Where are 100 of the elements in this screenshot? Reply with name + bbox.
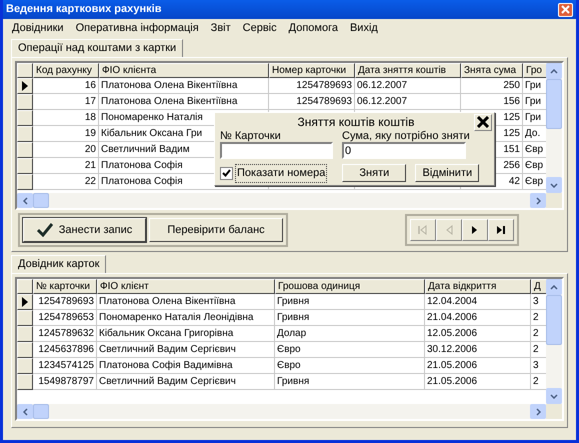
column-header[interactable]: Номер карточки	[269, 63, 355, 78]
table-cell: 1245637896	[33, 342, 97, 358]
column-header[interactable]: Дата зняття коштів	[355, 63, 461, 78]
row-header[interactable]	[17, 126, 33, 142]
dialog-button[interactable]: Зняти	[342, 164, 406, 182]
scroll-up-button[interactable]	[546, 63, 562, 79]
column-header[interactable]: Гро	[523, 63, 546, 78]
row-header[interactable]	[17, 158, 33, 174]
column-header[interactable]: Знята сума	[461, 63, 523, 78]
row-header[interactable]	[17, 142, 33, 158]
close-icon	[561, 5, 570, 14]
scroll-left-button[interactable]	[17, 193, 33, 208]
navigator-button[interactable]	[462, 219, 488, 241]
table-cell: 21.05.2006	[425, 358, 531, 374]
table-cell: Пономаренко Наталія Леонідівна	[97, 310, 275, 326]
scrollbar-corner	[546, 404, 562, 419]
table-cell: Долар	[275, 326, 425, 342]
last-record-icon	[496, 225, 506, 235]
table-cell: 19	[33, 126, 99, 142]
dialog-button[interactable]: Відмінити	[415, 164, 480, 182]
table-cell: 21	[33, 158, 99, 174]
table-cell: 22	[33, 174, 99, 190]
horizontal-scrollbar[interactable]	[17, 193, 546, 208]
scroll-down-button[interactable]	[546, 177, 562, 193]
scroll-right-button[interactable]	[530, 404, 546, 419]
scroll-thumb[interactable]	[546, 79, 562, 129]
column-header[interactable]: № карточки	[33, 279, 97, 294]
row-header[interactable]	[17, 342, 33, 358]
table-cell: Євро	[275, 342, 425, 358]
table-cell: 12.05.2006	[425, 326, 531, 342]
row-header[interactable]	[17, 294, 33, 310]
checkbox-label[interactable]: Показати номера	[235, 164, 328, 182]
table-cell: Гривня	[275, 310, 425, 326]
check-icon	[36, 223, 53, 237]
column-header[interactable]: Дата відкриття	[425, 279, 531, 294]
scroll-left-icon	[22, 196, 28, 204]
vertical-scrollbar[interactable]	[546, 63, 562, 193]
vertical-scrollbar[interactable]	[546, 279, 562, 404]
scroll-left-icon	[22, 408, 28, 416]
table-cell: Платонова Олена Вікентіївна	[97, 294, 275, 310]
scroll-thumb[interactable]	[33, 193, 49, 208]
scroll-thumb[interactable]	[546, 295, 562, 345]
table-cell: 250	[461, 78, 523, 94]
row-header[interactable]	[17, 326, 33, 342]
checkbox[interactable]	[220, 166, 233, 180]
row-header[interactable]	[17, 358, 33, 374]
horizontal-scrollbar[interactable]	[17, 404, 546, 419]
menu-item[interactable]: Вихід	[350, 20, 378, 36]
tab[interactable]: Довідник карток	[11, 255, 106, 273]
scroll-up-button[interactable]	[546, 279, 562, 295]
scroll-right-button[interactable]	[530, 193, 546, 208]
table-cell: 18	[33, 110, 99, 126]
row-header[interactable]	[17, 78, 33, 94]
input-field[interactable]	[220, 142, 333, 159]
column-header[interactable]: Код рахунку	[33, 63, 99, 78]
column-header[interactable]: ФІО клієнт	[97, 279, 275, 294]
table-cell: 1245789632	[33, 326, 97, 342]
table-cell: Гривня	[275, 294, 425, 310]
column-header[interactable]: Грошова одиниця	[275, 279, 425, 294]
table-cell: Светличний Вадим Сергієвич	[97, 374, 275, 390]
tab[interactable]: Операції над коштами з картки	[11, 39, 184, 57]
menu-item[interactable]: Сервіс	[242, 20, 277, 36]
scroll-up-icon	[550, 284, 558, 290]
scrollbar-corner	[546, 193, 562, 208]
action-button[interactable]: Занести запис	[23, 218, 146, 242]
scroll-left-button[interactable]	[17, 404, 33, 419]
table-cell: 21.05.2006	[425, 374, 531, 390]
table-cell: 1254789693	[33, 294, 97, 310]
first-record-icon	[418, 225, 428, 235]
row-header[interactable]	[17, 374, 33, 390]
table-cell: 1254789693	[269, 94, 355, 110]
scroll-right-icon	[536, 196, 541, 204]
dialog-title: Зняття коштів коштів	[298, 114, 414, 130]
menu-item[interactable]: Звіт	[210, 20, 231, 36]
table-cell: Светличний Вадим Сергієвич	[97, 342, 275, 358]
input-field[interactable]: 0	[342, 142, 466, 159]
table-cell: 30.12.2006	[425, 342, 531, 358]
menu-item[interactable]: Оперативна інформація	[76, 20, 199, 36]
row-header[interactable]	[17, 310, 33, 326]
menu-item[interactable]: Довідники	[12, 20, 64, 36]
column-header[interactable]: Д	[531, 279, 546, 294]
menu-item[interactable]: Допомога	[288, 20, 338, 36]
row-header[interactable]	[17, 110, 33, 126]
table-cell: 06.12.2007	[355, 78, 461, 94]
navigator-button[interactable]	[488, 219, 514, 241]
table-cell: Платонова Софія Вадимівна	[97, 358, 275, 374]
scroll-down-button[interactable]	[546, 388, 562, 404]
table-cell: 1254789653	[33, 310, 97, 326]
close-icon	[477, 116, 489, 128]
table-cell: 156	[461, 94, 523, 110]
action-button[interactable]: Перевірити баланс	[149, 218, 283, 242]
row-header[interactable]	[17, 94, 33, 110]
close-button[interactable]	[474, 114, 492, 130]
table-cell: 17	[33, 94, 99, 110]
previous-icon	[444, 225, 454, 235]
row-header[interactable]	[17, 174, 33, 190]
table-cell: Кібальник Оксана Григорівна	[97, 326, 275, 342]
scroll-thumb[interactable]	[33, 404, 49, 419]
column-header[interactable]: ФІО клієнта	[99, 63, 269, 78]
table-cell: 21.04.2006	[425, 310, 531, 326]
